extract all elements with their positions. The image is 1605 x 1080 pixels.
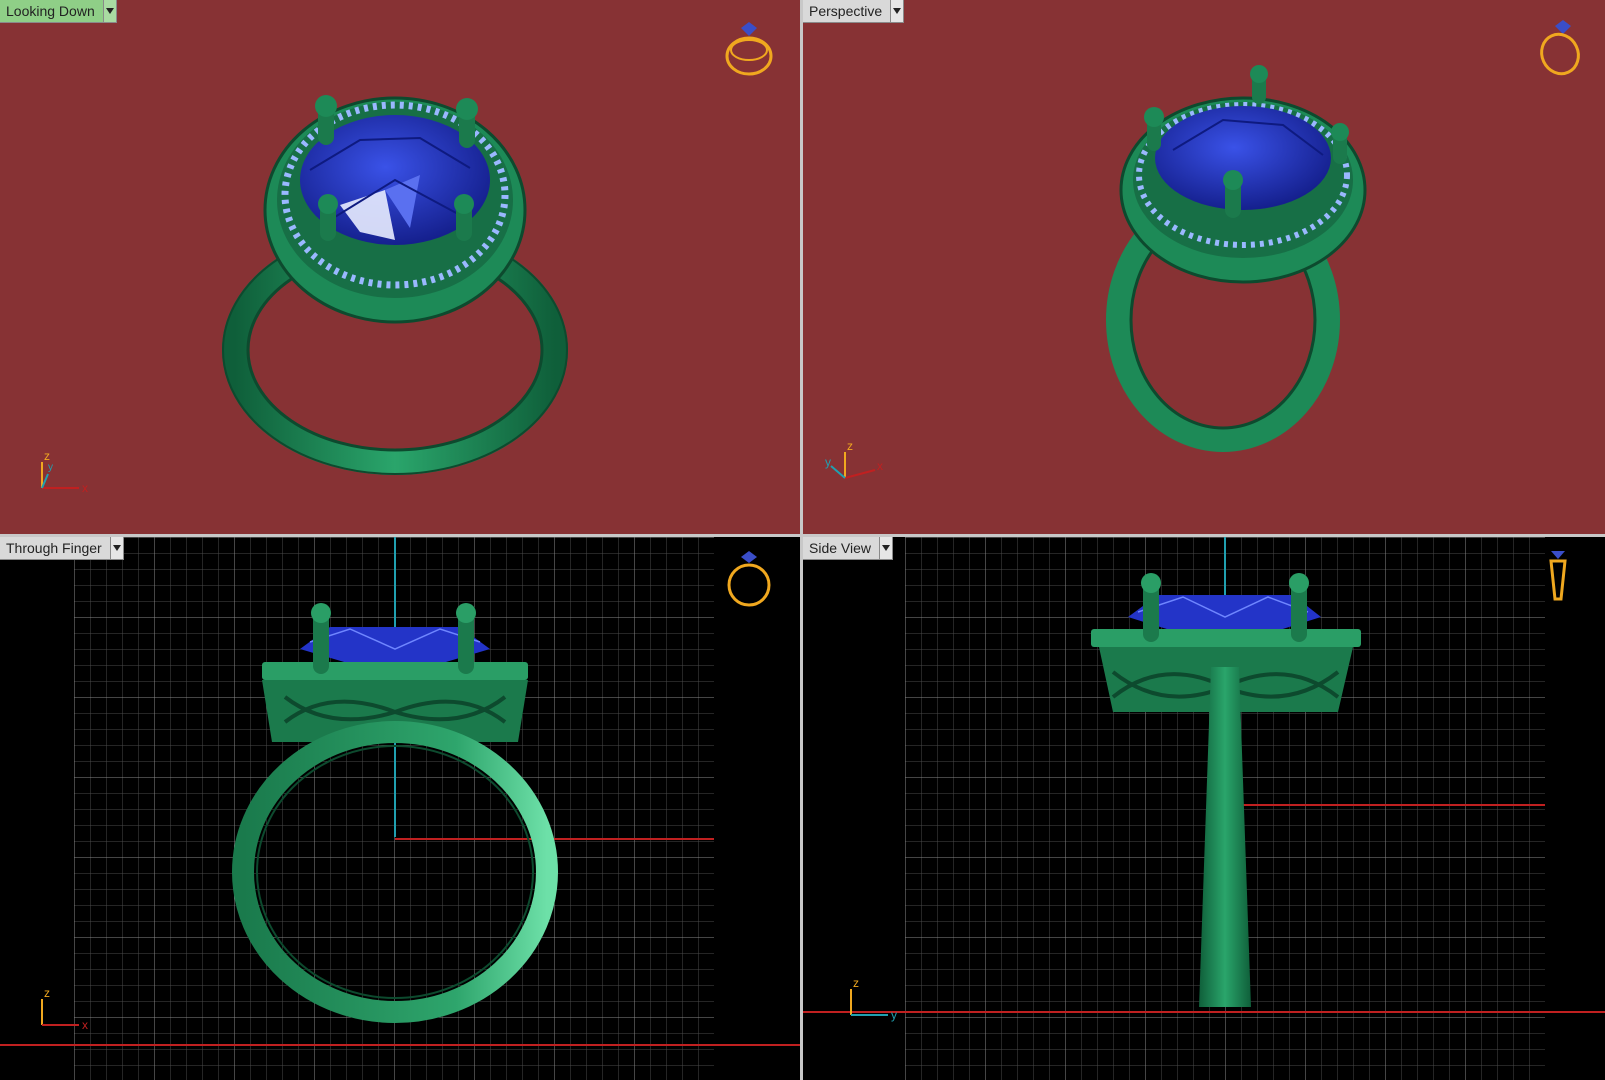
ring-side-icon bbox=[1549, 551, 1567, 601]
viewport-menu-dropdown[interactable] bbox=[109, 537, 123, 559]
chevron-down-icon bbox=[882, 545, 891, 551]
chevron-down-icon bbox=[105, 8, 114, 14]
viewport-title: Through Finger bbox=[6, 540, 102, 556]
axis-label-x: x bbox=[82, 481, 88, 495]
viewport-side-view[interactable]: Side View z y bbox=[803, 537, 1605, 1080]
viewport-through-finger[interactable]: Through Finger z x bbox=[0, 537, 800, 1080]
axis-label-z: z bbox=[853, 977, 859, 990]
ring-wireframe-side[interactable] bbox=[803, 537, 1605, 1080]
axis-label-x: x bbox=[877, 459, 883, 473]
ring-render-top-down[interactable] bbox=[0, 0, 800, 534]
viewport-menu-dropdown[interactable] bbox=[102, 0, 116, 22]
ring-render-perspective[interactable] bbox=[803, 0, 1605, 534]
chevron-down-icon bbox=[893, 8, 902, 14]
viewport-looking-down[interactable]: Looking Down z x y bbox=[0, 0, 800, 534]
axis-label-z: z bbox=[847, 440, 853, 453]
axis-label-z: z bbox=[44, 987, 50, 1000]
axis-label-y: y bbox=[825, 455, 831, 469]
viewport-label-perspective[interactable]: Perspective bbox=[803, 0, 905, 23]
axis-indicator: z x y bbox=[41, 450, 88, 495]
ring-front-icon bbox=[727, 551, 771, 607]
axis-indicator: z x y bbox=[825, 440, 883, 479]
viewport-label-looking-down[interactable]: Looking Down bbox=[0, 0, 117, 23]
ring-wireframe-front[interactable] bbox=[0, 537, 800, 1080]
viewport-label-side-view[interactable]: Side View bbox=[803, 537, 894, 560]
axis-indicator: z x bbox=[41, 987, 88, 1032]
ring-icon bbox=[725, 22, 773, 76]
ring-icon bbox=[1540, 20, 1580, 76]
viewport-title: Side View bbox=[809, 540, 872, 556]
axis-label-y: y bbox=[891, 1008, 897, 1022]
viewport-perspective[interactable]: Perspective z x y bbox=[803, 0, 1605, 534]
viewport-label-through-finger[interactable]: Through Finger bbox=[0, 537, 124, 560]
axis-label-x: x bbox=[82, 1018, 88, 1032]
viewport-menu-dropdown[interactable] bbox=[879, 537, 893, 559]
viewport-menu-dropdown[interactable] bbox=[890, 0, 904, 22]
viewport-title: Looking Down bbox=[6, 3, 95, 19]
axis-indicator: z y bbox=[850, 977, 897, 1022]
chevron-down-icon bbox=[112, 545, 121, 551]
viewport-title: Perspective bbox=[809, 3, 883, 19]
axis-label-y: y bbox=[48, 462, 53, 473]
